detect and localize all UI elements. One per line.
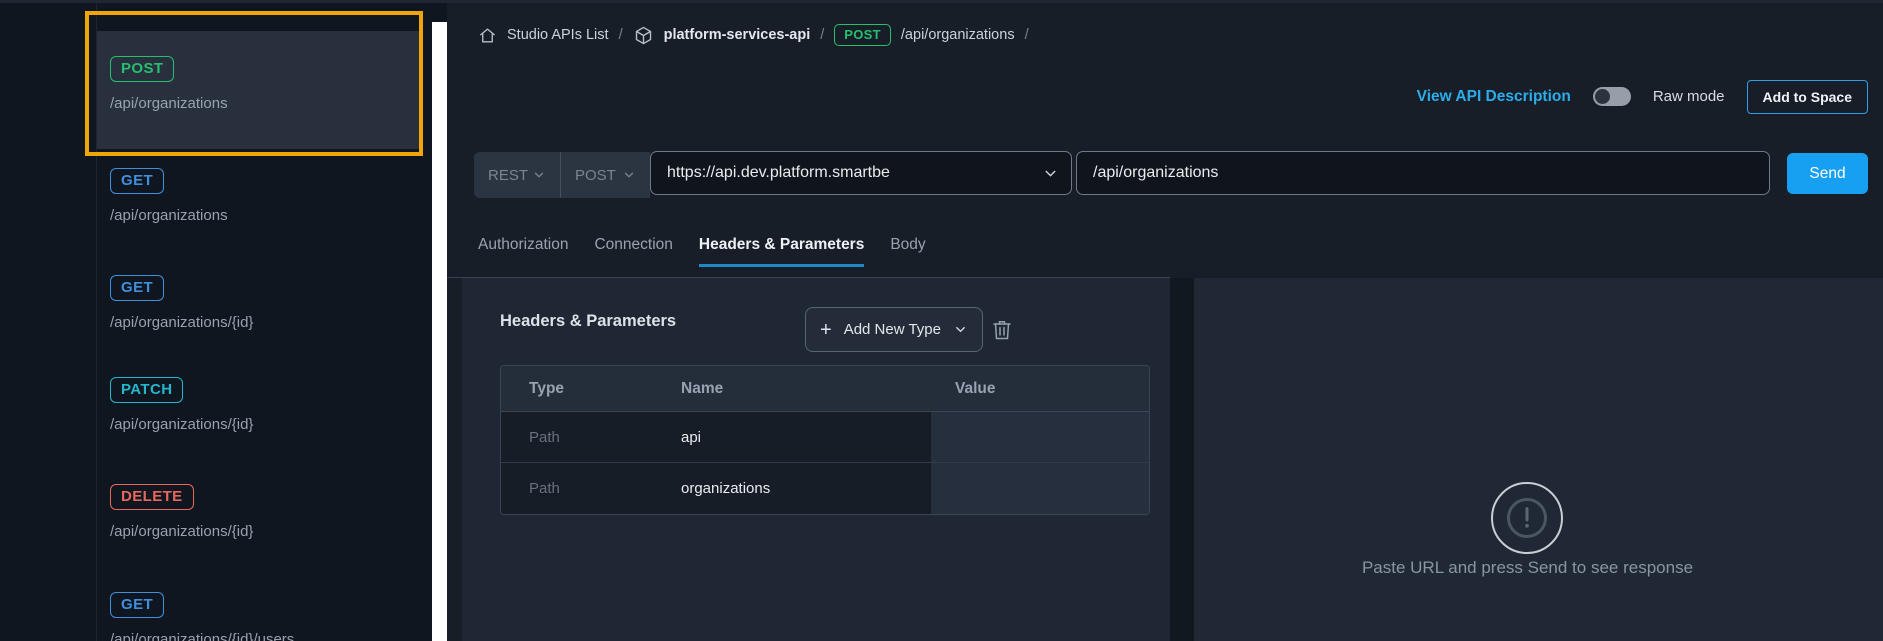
endpoint-list-item[interactable]: GET /api/organizations <box>110 168 410 224</box>
send-button[interactable]: Send <box>1787 153 1868 194</box>
breadcrumb-separator: / <box>1025 27 1029 43</box>
toggle-knob <box>1595 89 1610 104</box>
endpoint-path: /api/organizations/{id} <box>110 416 410 433</box>
param-value-cell[interactable] <box>931 412 1149 462</box>
table-row: Path api <box>501 412 1149 463</box>
tabs-underline <box>447 277 1170 278</box>
protocol-select[interactable]: REST <box>474 152 560 198</box>
param-name-value: organizations <box>681 480 770 497</box>
nav-rail <box>0 0 96 641</box>
column-header-name: Name <box>651 366 931 411</box>
endpoint-list-item[interactable]: GET /api/organizations/{id} <box>110 275 410 331</box>
method-value: POST <box>575 167 616 184</box>
param-name-value: api <box>681 429 701 446</box>
endpoint-path: /api/organizations <box>110 207 410 224</box>
protocol-value: REST <box>488 167 528 184</box>
breadcrumb-endpoint-path: /api/organizations <box>901 27 1015 43</box>
method-badge: GET <box>110 275 164 301</box>
endpoint-list-item[interactable]: DELETE /api/organizations/{id} <box>110 484 410 540</box>
base-url-select[interactable]: https://api.dev.platform.smartbe <box>650 151 1072 195</box>
endpoint-list-item[interactable]: GET /api/organizations/{id}/users <box>110 592 410 641</box>
method-badge: PATCH <box>110 377 183 403</box>
breadcrumb-root-link[interactable]: Studio APIs List <box>507 27 609 43</box>
plus-icon: + <box>820 320 832 340</box>
request-tabs: Authorization Connection Headers & Param… <box>478 236 926 267</box>
param-type-value: Path <box>529 429 560 446</box>
breadcrumb-separator: / <box>820 27 824 43</box>
param-type-cell: Path <box>501 412 651 462</box>
breadcrumb-api-name[interactable]: platform-services-api <box>664 27 811 43</box>
method-badge: POST <box>110 56 174 82</box>
raw-mode-toggle[interactable] <box>1593 87 1631 106</box>
chevron-down-icon <box>622 168 636 182</box>
param-type-cell: Path <box>501 463 651 514</box>
table-row: Path organizations <box>501 463 1149 514</box>
view-api-description-link[interactable]: View API Description <box>1417 88 1571 106</box>
column-header-type: Type <box>501 366 651 411</box>
base-url-value: https://api.dev.platform.smartbe <box>667 164 1042 182</box>
tab-body[interactable]: Body <box>890 236 925 267</box>
params-table: Type Name Value Path api Path organizati… <box>500 365 1150 515</box>
alert-circle-icon <box>1491 482 1563 554</box>
method-badge: GET <box>110 168 164 194</box>
panel-gutter <box>1170 278 1194 641</box>
param-name-cell[interactable]: api <box>651 412 931 462</box>
endpoint-path: /api/organizations/{id} <box>110 523 410 540</box>
param-name-cell[interactable]: organizations <box>651 463 931 514</box>
tab-headers-parameters[interactable]: Headers & Parameters <box>699 236 864 267</box>
tab-connection[interactable]: Connection <box>594 236 672 267</box>
request-path-input[interactable] <box>1076 151 1770 195</box>
column-header-value: Value <box>931 366 1149 411</box>
add-new-type-label: Add New Type <box>844 321 941 338</box>
endpoint-path: /api/organizations/{id}/users <box>110 631 410 641</box>
method-select[interactable]: POST <box>561 152 650 198</box>
breadcrumb-separator: / <box>619 27 623 43</box>
nav-rail-divider <box>96 0 97 641</box>
request-method-group: REST POST <box>474 152 650 198</box>
header-actions: View API Description Raw mode Add to Spa… <box>1417 80 1868 113</box>
table-header-row: Type Name Value <box>501 366 1149 412</box>
add-new-type-button[interactable]: + Add New Type <box>805 307 983 352</box>
response-panel <box>1194 278 1883 641</box>
package-icon <box>633 25 654 46</box>
home-icon[interactable] <box>478 26 497 45</box>
method-badge: DELETE <box>110 484 194 510</box>
tab-authorization[interactable]: Authorization <box>478 236 568 267</box>
raw-mode-label: Raw mode <box>1653 88 1725 105</box>
chevron-down-icon <box>1042 165 1059 182</box>
endpoint-list-item[interactable]: POST /api/organizations <box>110 56 410 112</box>
param-type-value: Path <box>529 480 560 497</box>
breadcrumb-method-badge: POST <box>834 24 891 46</box>
chevron-down-icon <box>953 322 968 337</box>
add-to-space-button[interactable]: Add to Space <box>1747 80 1868 114</box>
endpoint-path: /api/organizations <box>110 95 410 112</box>
endpoint-list-item[interactable]: PATCH /api/organizations/{id} <box>110 377 410 433</box>
endpoint-path: /api/organizations/{id} <box>110 314 410 331</box>
api-studio-window: Explore Spaces History <box>0 0 1883 641</box>
panel-title: Headers & Parameters <box>500 312 676 331</box>
param-value-cell[interactable] <box>931 463 1149 514</box>
chevron-down-icon <box>532 168 546 182</box>
sidebar-scrollbar[interactable] <box>432 22 447 641</box>
response-empty-message: Paste URL and press Send to see response <box>1290 558 1765 578</box>
breadcrumb: Studio APIs List / platform-services-api… <box>478 22 1029 48</box>
top-hairline <box>0 0 1883 3</box>
delete-row-icon[interactable] <box>990 318 1014 342</box>
method-badge: GET <box>110 592 164 618</box>
